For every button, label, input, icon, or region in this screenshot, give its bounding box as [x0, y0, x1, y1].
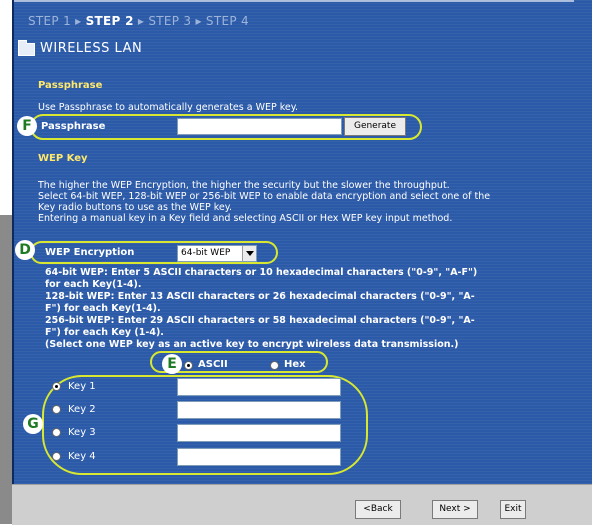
wep-info-5: 256-bit WEP: Enter 29 ASCII characters o… — [45, 315, 475, 326]
hex-radio[interactable] — [270, 361, 279, 370]
key-4-input[interactable] — [177, 448, 341, 466]
wep-info-1: 64-bit WEP: Enter 5 ASCII characters or … — [45, 267, 478, 278]
key-1-radio[interactable] — [52, 382, 61, 391]
wep-description-1: The higher the WEP Encryption, the highe… — [38, 180, 450, 191]
key-2-radio[interactable] — [52, 405, 61, 414]
step-3: STEP 3 — [148, 14, 192, 28]
callout-g-badge: G — [23, 414, 43, 434]
wep-key-section-title: WEP Key — [38, 153, 88, 164]
wep-info-2: for each Key(1-4). — [45, 279, 142, 290]
step-separator: ▸ — [195, 14, 202, 28]
step-2: STEP 2 — [85, 14, 134, 28]
passphrase-input[interactable] — [177, 118, 342, 135]
callout-e-badge: E — [162, 354, 182, 374]
wep-info-4: F") for each Key(1-4). — [45, 303, 161, 314]
wep-description-2: Select 64-bit WEP, 128-bit WEP or 256-bi… — [38, 191, 491, 202]
left-panel-edge — [0, 215, 12, 524]
wep-encryption-value: 64-bit WEP — [181, 248, 231, 258]
wizard-steps: STEP 1 ▸ STEP 2 ▸ STEP 3 ▸ STEP 4 — [28, 14, 249, 28]
wep-description-4: Entering a manual key in a Key field and… — [38, 213, 453, 224]
key-4-radio[interactable] — [52, 452, 61, 461]
wep-info-3: 128-bit WEP: Enter 13 ASCII characters o… — [45, 291, 475, 302]
key-1-label: Key 1 — [68, 381, 96, 392]
step-separator: ▸ — [137, 14, 145, 28]
folder-icon — [18, 40, 35, 56]
key-3-input[interactable] — [177, 424, 341, 442]
wep-encryption-select[interactable]: 64-bit WEP — [177, 245, 257, 262]
key-1-input[interactable] — [177, 378, 341, 396]
hex-label: Hex — [284, 359, 306, 370]
wep-description-3: Key radio buttons to use as the WEP key. — [38, 202, 233, 213]
exit-button[interactable]: Exit — [500, 500, 526, 519]
callout-d-badge: D — [15, 240, 35, 260]
generate-button[interactable]: Generate — [344, 117, 406, 136]
passphrase-description: Use Passphrase to automatically generate… — [38, 102, 299, 113]
step-separator: ▸ — [75, 14, 82, 28]
passphrase-label: Passphrase — [41, 121, 106, 132]
ascii-label: ASCII — [198, 359, 228, 370]
step-1: STEP 1 — [28, 14, 72, 28]
wep-info-7: (Select one WEP key as an active key to … — [45, 339, 459, 350]
key-4-label: Key 4 — [68, 451, 96, 462]
next-button[interactable]: Next > — [432, 500, 478, 519]
step-4: STEP 4 — [205, 14, 249, 28]
page-title: WIRELESS LAN — [40, 41, 143, 56]
top-border — [14, 0, 574, 2]
passphrase-section-title: Passphrase — [38, 80, 103, 91]
wep-info-6: F") for each Key (1-4). — [45, 327, 164, 338]
wep-encryption-label: WEP Encryption — [45, 247, 135, 258]
key-3-radio[interactable] — [52, 428, 61, 437]
callout-f-badge: F — [17, 116, 37, 136]
key-3-label: Key 3 — [68, 427, 96, 438]
key-2-label: Key 2 — [68, 404, 96, 415]
key-2-input[interactable] — [177, 401, 341, 419]
chevron-down-icon[interactable] — [242, 246, 256, 261]
back-button[interactable]: <Back — [355, 500, 401, 519]
ascii-radio[interactable] — [184, 361, 193, 370]
